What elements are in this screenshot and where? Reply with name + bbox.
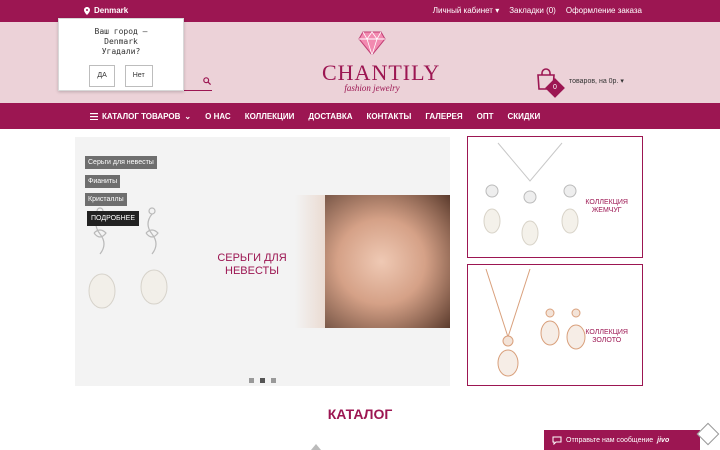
- chat-brand: jivo: [657, 436, 670, 444]
- banner-gold-collection[interactable]: КОЛЛЕКЦИЯ ЗОЛОТО: [467, 264, 643, 386]
- slider-dot-active[interactable]: [260, 378, 265, 383]
- checkout-link[interactable]: Оформление заказа: [566, 6, 642, 15]
- gold-jewelry-image: [485, 268, 586, 377]
- slide-tag-crystals[interactable]: Кристаллы: [85, 193, 127, 206]
- cart-summary[interactable]: товаров, на 0р. ▾: [569, 77, 624, 85]
- catalog-menu[interactable]: КАТАЛОГ ТОВАРОВ ⌄: [90, 112, 191, 121]
- logo-name: CHANTILY: [322, 60, 441, 85]
- divider-triangle-icon: [311, 444, 321, 450]
- location-pin-icon: [84, 6, 90, 15]
- chat-widget-text: Отправьте нам сообщение: [566, 436, 654, 444]
- account-link[interactable]: Личный кабинет ▾: [433, 6, 499, 15]
- slide-tag-bridal-earrings[interactable]: Серьги для невесты: [85, 156, 157, 169]
- nav-item-collections[interactable]: КОЛЛЕКЦИИ: [245, 112, 295, 121]
- slider-dots: [249, 378, 276, 383]
- pearl-jewelry-image: [483, 142, 579, 246]
- banner-pearl-collection[interactable]: КОЛЛЕКЦИЯ ЖЕМЧУГ: [467, 136, 643, 258]
- nav-item-contacts[interactable]: КОНТАКТЫ: [367, 112, 412, 121]
- search-input[interactable]: [182, 90, 212, 91]
- popup-question-line1: Ваш город —: [94, 27, 148, 36]
- city-confirm-popup: Ваш город — Denmark Угадали? ДА Нет: [58, 18, 184, 91]
- city-selector[interactable]: Denmark: [84, 6, 128, 15]
- chat-bubble-icon: [552, 436, 562, 445]
- banner-gold-caption: КОЛЛЕКЦИЯ ЗОЛОТО: [585, 329, 628, 344]
- chat-widget[interactable]: Отправьте нам сообщение jivo: [544, 430, 700, 450]
- chevron-down-icon: ▾: [495, 6, 500, 15]
- popup-question-line2: Denmark: [104, 37, 138, 46]
- bookmarks-link[interactable]: Закладки (0): [509, 6, 556, 15]
- slide-tag-cubic-zirconia[interactable]: Фианиты: [85, 175, 121, 188]
- scroll-to-top-button[interactable]: [696, 422, 720, 446]
- banner-pearl-caption: КОЛЛЕКЦИЯ ЖЕМЧУГ: [585, 199, 628, 214]
- hero-slider[interactable]: Серьги для невесты Фианиты Кристаллы ПОД…: [75, 137, 450, 386]
- reject-city-button[interactable]: Нет: [124, 65, 153, 87]
- diamond-logo-icon: [358, 31, 386, 57]
- slider-dot[interactable]: [271, 378, 276, 383]
- site-logo[interactable]: CHANTILY fashion jewelry: [322, 30, 441, 93]
- cart-count-badge: 0: [545, 78, 565, 98]
- main-nav: КАТАЛОГ ТОВАРОВ ⌄ О НАС КОЛЛЕКЦИИ ДОСТАВ…: [0, 103, 720, 129]
- search-icon[interactable]: [203, 77, 211, 85]
- hamburger-icon: [90, 112, 98, 120]
- slide-model-face: [325, 195, 450, 328]
- catalog-menu-label: КАТАЛОГ ТОВАРОВ: [102, 111, 181, 121]
- chevron-down-icon: ⌄: [184, 111, 192, 121]
- slider-dot[interactable]: [249, 378, 254, 383]
- chevron-down-icon: ▾: [620, 78, 624, 85]
- nav-item-gallery[interactable]: ГАЛЕРЕЯ: [425, 112, 462, 121]
- slide-title: СЕРЬГИ ДЛЯ НЕВЕСТЫ: [217, 252, 287, 277]
- slide-more-button[interactable]: ПОДРОБНЕЕ: [87, 211, 140, 226]
- nav-item-about[interactable]: О НАС: [205, 112, 231, 121]
- catalog-heading: КАТАЛОГ: [327, 406, 393, 422]
- popup-question-line3: Угадали?: [101, 47, 141, 56]
- city-name: Denmark: [94, 6, 129, 15]
- confirm-city-button[interactable]: ДА: [89, 65, 115, 87]
- nav-item-wholesale[interactable]: ОПТ: [477, 112, 494, 121]
- nav-item-delivery[interactable]: ДОСТАВКА: [308, 112, 352, 121]
- nav-item-discounts[interactable]: СКИДКИ: [508, 112, 541, 121]
